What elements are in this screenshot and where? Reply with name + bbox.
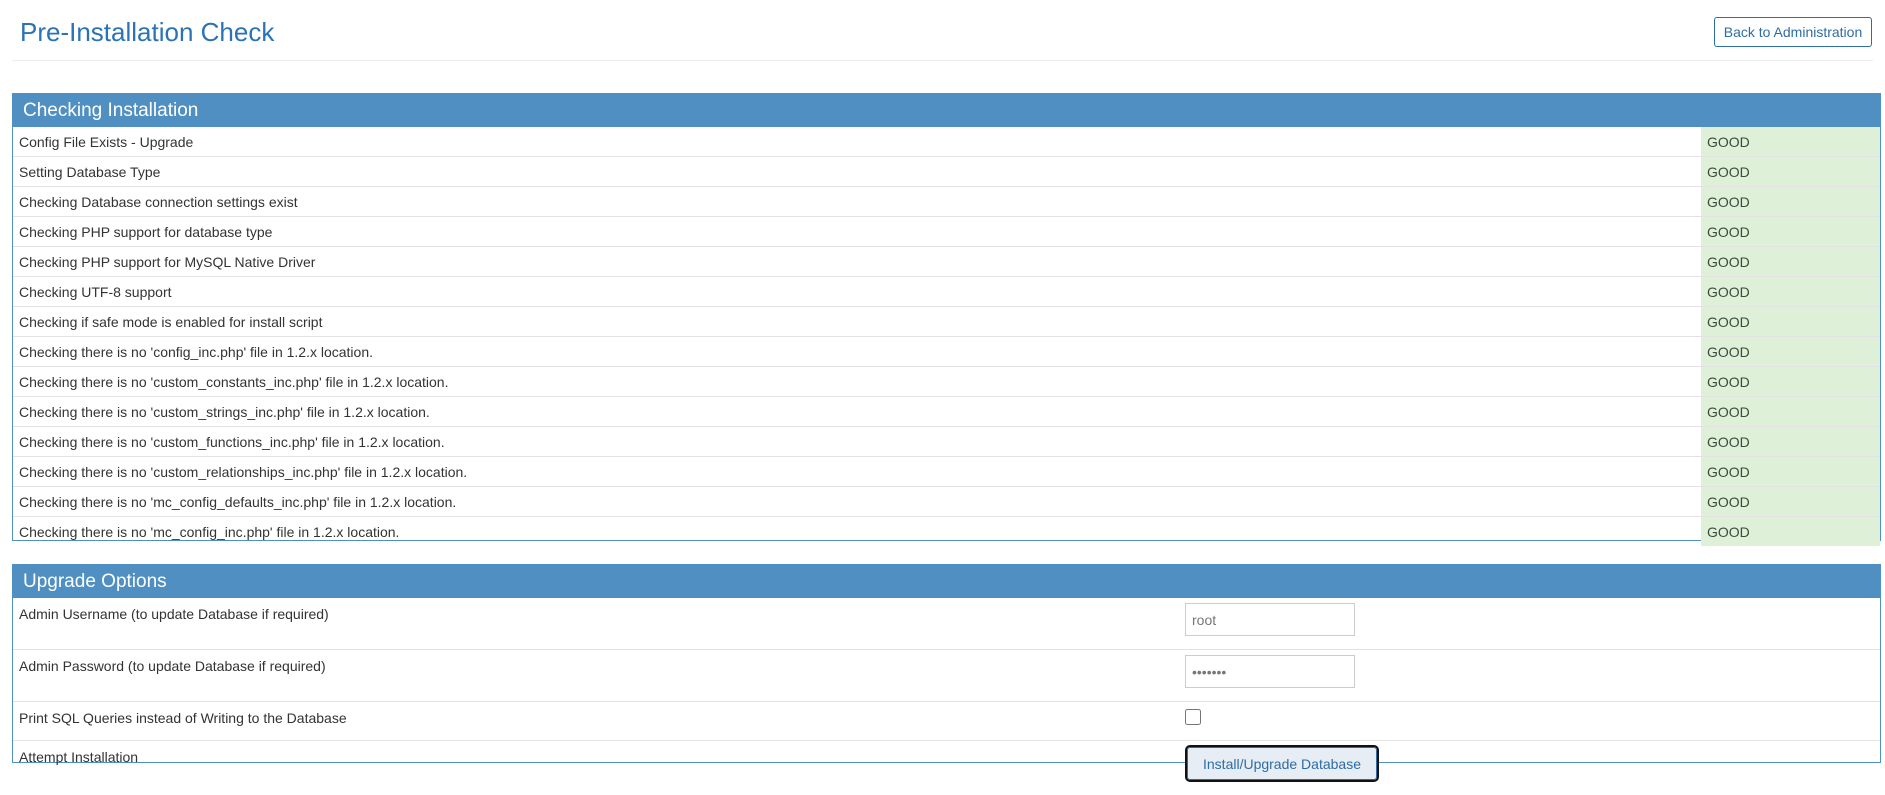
check-row: Checking PHP support for database typeGO… [13,217,1880,247]
check-status: GOOD [1701,187,1880,217]
check-rows: Config File Exists - UpgradeGOODSetting … [13,127,1880,546]
checking-installation-table: Config File Exists - UpgradeGOODSetting … [13,127,1880,546]
admin-password-row: Admin Password (to update Database if re… [13,650,1880,702]
check-label: Checking there is no 'config_inc.php' fi… [13,337,1701,367]
check-status: GOOD [1701,487,1880,517]
admin-username-input[interactable] [1185,603,1355,636]
check-status: GOOD [1701,397,1880,427]
check-row: Checking there is no 'custom_strings_inc… [13,397,1880,427]
check-row: Checking there is no 'config_inc.php' fi… [13,337,1880,367]
checking-installation-heading: Checking Installation [13,94,1880,127]
check-row: Checking if safe mode is enabled for ins… [13,307,1880,337]
upgrade-options-panel: Upgrade Options Admin Username (to updat… [12,564,1881,763]
check-label: Config File Exists - Upgrade [13,127,1701,157]
check-label: Checking if safe mode is enabled for ins… [13,307,1701,337]
print-sql-label: Print SQL Queries instead of Writing to … [13,702,1175,741]
header-divider [12,60,1873,61]
check-label: Checking there is no 'custom_constants_i… [13,367,1701,397]
check-row: Checking UTF-8 supportGOOD [13,277,1880,307]
check-status: GOOD [1701,217,1880,247]
check-status: GOOD [1701,127,1880,157]
check-row: Checking there is no 'custom_relationshi… [13,457,1880,487]
admin-password-cell [1175,650,1880,702]
upgrade-options-table: Admin Username (to update Database if re… [13,598,1880,795]
check-label: Checking there is no 'mc_config_inc.php'… [13,517,1701,547]
page-header: Pre-Installation Check Back to Administr… [0,0,1885,61]
check-status: GOOD [1701,307,1880,337]
admin-username-label: Admin Username (to update Database if re… [13,598,1175,650]
upgrade-options-heading: Upgrade Options [13,565,1880,598]
check-row: Checking there is no 'mc_config_defaults… [13,487,1880,517]
print-sql-row: Print SQL Queries instead of Writing to … [13,702,1880,741]
check-row: Setting Database TypeGOOD [13,157,1880,187]
print-sql-cell [1175,702,1880,741]
check-label: Checking there is no 'custom_functions_i… [13,427,1701,457]
check-status: GOOD [1701,367,1880,397]
check-status: GOOD [1701,517,1880,547]
check-row: Checking Database connection settings ex… [13,187,1880,217]
admin-username-cell [1175,598,1880,650]
attempt-installation-row: Attempt Installation Install/Upgrade Dat… [13,741,1880,795]
check-row: Checking there is no 'custom_constants_i… [13,367,1880,397]
check-status: GOOD [1701,157,1880,187]
admin-username-row: Admin Username (to update Database if re… [13,598,1880,650]
check-row: Checking there is no 'mc_config_inc.php'… [13,517,1880,547]
check-label: Checking PHP support for MySQL Native Dr… [13,247,1701,277]
page-title: Pre-Installation Check [20,14,274,50]
check-row: Checking there is no 'custom_functions_i… [13,427,1880,457]
check-status: GOOD [1701,337,1880,367]
check-row: Checking PHP support for MySQL Native Dr… [13,247,1880,277]
check-label: Checking UTF-8 support [13,277,1701,307]
check-status: GOOD [1701,427,1880,457]
check-status: GOOD [1701,277,1880,307]
install-button-cell: Install/Upgrade Database [1175,741,1880,795]
check-label: Setting Database Type [13,157,1701,187]
check-status: GOOD [1701,457,1880,487]
check-label: Checking PHP support for database type [13,217,1701,247]
admin-password-label: Admin Password (to update Database if re… [13,650,1175,702]
attempt-installation-label: Attempt Installation [13,741,1175,795]
checking-installation-panel: Checking Installation Config File Exists… [12,93,1881,541]
install-upgrade-database-button[interactable]: Install/Upgrade Database [1187,747,1377,780]
back-to-administration-button[interactable]: Back to Administration [1714,17,1872,47]
check-row: Config File Exists - UpgradeGOOD [13,127,1880,157]
check-label: Checking there is no 'custom_strings_inc… [13,397,1701,427]
admin-password-input[interactable] [1185,655,1355,688]
check-status: GOOD [1701,247,1880,277]
print-sql-checkbox[interactable] [1185,709,1201,725]
check-label: Checking Database connection settings ex… [13,187,1701,217]
check-label: Checking there is no 'custom_relationshi… [13,457,1701,487]
check-label: Checking there is no 'mc_config_defaults… [13,487,1701,517]
